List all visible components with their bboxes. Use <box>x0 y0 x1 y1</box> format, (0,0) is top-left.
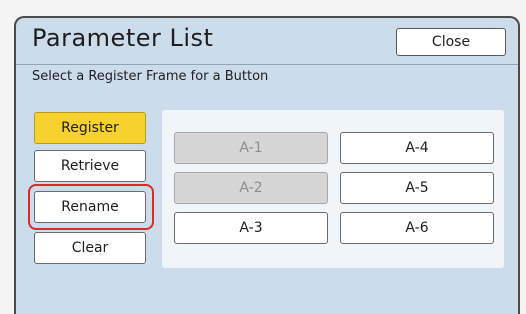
slot-a2-button[interactable]: A-2 <box>174 172 328 204</box>
page-title: Parameter List <box>32 24 214 52</box>
register-button[interactable]: Register <box>34 112 146 144</box>
retrieve-button[interactable]: Retrieve <box>34 150 146 182</box>
slot-a6-button[interactable]: A-6 <box>340 212 494 244</box>
parameter-list-panel: Parameter List Close Select a Register F… <box>14 16 520 314</box>
slot-a3-button[interactable]: A-3 <box>174 212 328 244</box>
close-button[interactable]: Close <box>396 28 506 56</box>
slot-a4-button[interactable]: A-4 <box>340 132 494 164</box>
instruction-text: Select a Register Frame for a Button <box>32 69 269 84</box>
rename-button[interactable]: Rename <box>34 191 146 223</box>
clear-button[interactable]: Clear <box>34 232 146 264</box>
header-divider <box>16 64 518 65</box>
slot-a1-button[interactable]: A-1 <box>174 132 328 164</box>
slot-a5-button[interactable]: A-5 <box>340 172 494 204</box>
